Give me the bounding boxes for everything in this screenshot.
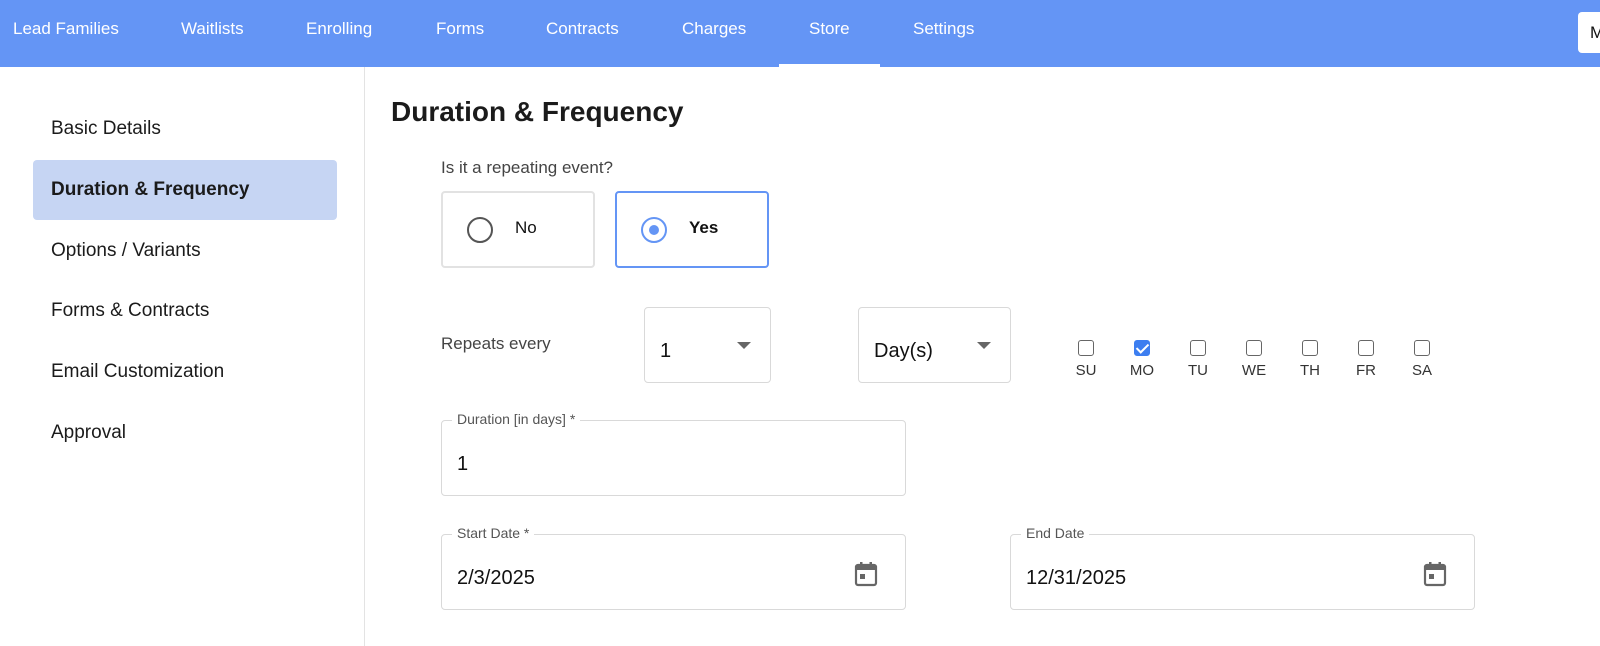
day-friday: FR [1346,340,1386,379]
account-button[interactable]: M [1578,12,1600,53]
repeating-yes-option[interactable]: Yes [615,191,769,268]
nav-contracts[interactable]: Contracts [546,0,619,67]
radio-dot [649,225,659,235]
page-title: Duration & Frequency [391,96,684,127]
nav-forms[interactable]: Forms [436,0,484,67]
end-date-value: 12/31/2025 [1026,567,1127,589]
checkbox-tuesday[interactable] [1190,340,1206,356]
nav-settings[interactable]: Settings [913,0,974,67]
chevron-down-icon [737,342,751,349]
start-date-field[interactable]: Start Date * 2/3/2025 [441,525,906,610]
checkbox-monday[interactable] [1134,340,1150,356]
nav-enrolling[interactable]: Enrolling [306,0,372,67]
nav-store[interactable]: Store [779,0,880,67]
checkbox-wednesday[interactable] [1246,340,1262,356]
nav-charges[interactable]: Charges [682,0,746,67]
repeat-unit-select[interactable]: Day(s) [858,307,1011,383]
day-label-wednesday: WE [1241,362,1267,379]
repeating-yes-label: Yes [689,218,719,237]
top-navigation: Lead Families Waitlists Enrolling Forms … [0,0,1600,67]
sidebar-item-email-customization[interactable]: Email Customization [33,342,337,402]
repeating-question-label: Is it a repeating event? [441,158,614,177]
checkbox-thursday[interactable] [1302,340,1318,356]
repeat-interval-select[interactable]: 1 [644,307,771,383]
day-wednesday: WE [1234,340,1274,379]
day-label-monday: MO [1129,362,1155,379]
day-thursday: TH [1290,340,1330,379]
checkbox-saturday[interactable] [1414,340,1430,356]
day-label-thursday: TH [1300,362,1320,379]
radio-unchecked-icon [467,217,493,243]
day-sunday: SU [1066,340,1106,379]
checkbox-sunday[interactable] [1078,340,1094,356]
nav-lead-families[interactable]: Lead Families [13,0,119,67]
checkbox-friday[interactable] [1358,340,1374,356]
sidebar-item-forms-contracts[interactable]: Forms & Contracts [33,281,337,341]
day-label-sunday: SU [1075,362,1097,379]
repeats-every-label: Repeats every [441,334,551,353]
sidebar-item-options-variants[interactable]: Options / Variants [33,221,337,281]
calendar-icon[interactable] [854,561,878,587]
repeating-no-label: No [515,218,537,237]
repeat-interval-value: 1 [660,340,672,362]
day-label-tuesday: TU [1188,362,1208,379]
start-date-value: 2/3/2025 [457,567,535,589]
sidebar-item-approval[interactable]: Approval [33,403,337,463]
duration-value: 1 [457,453,469,475]
day-tuesday: TU [1178,340,1218,379]
start-date-label: Start Date * [452,525,535,541]
duration-label: Duration [in days] * [452,411,581,427]
day-label-friday: FR [1356,362,1376,379]
duration-field[interactable]: Duration [in days] * 1 [441,411,906,496]
sidebar-item-basic-details[interactable]: Basic Details [33,99,337,159]
end-date-label: End Date [1021,525,1090,541]
chevron-down-icon [977,342,991,349]
day-monday: MO [1122,340,1162,379]
sidebar: Basic Details Duration & Frequency Optio… [0,67,365,646]
sidebar-item-duration-frequency[interactable]: Duration & Frequency [33,160,337,220]
end-date-field[interactable]: End Date 12/31/2025 [1010,525,1475,610]
calendar-icon[interactable] [1423,561,1447,587]
day-label-saturday: SA [1411,362,1432,379]
nav-waitlists[interactable]: Waitlists [181,0,244,67]
day-saturday: SA [1402,340,1442,379]
repeat-unit-value: Day(s) [874,340,933,362]
radio-checked-icon [641,217,667,243]
repeating-no-option[interactable]: No [441,191,595,268]
